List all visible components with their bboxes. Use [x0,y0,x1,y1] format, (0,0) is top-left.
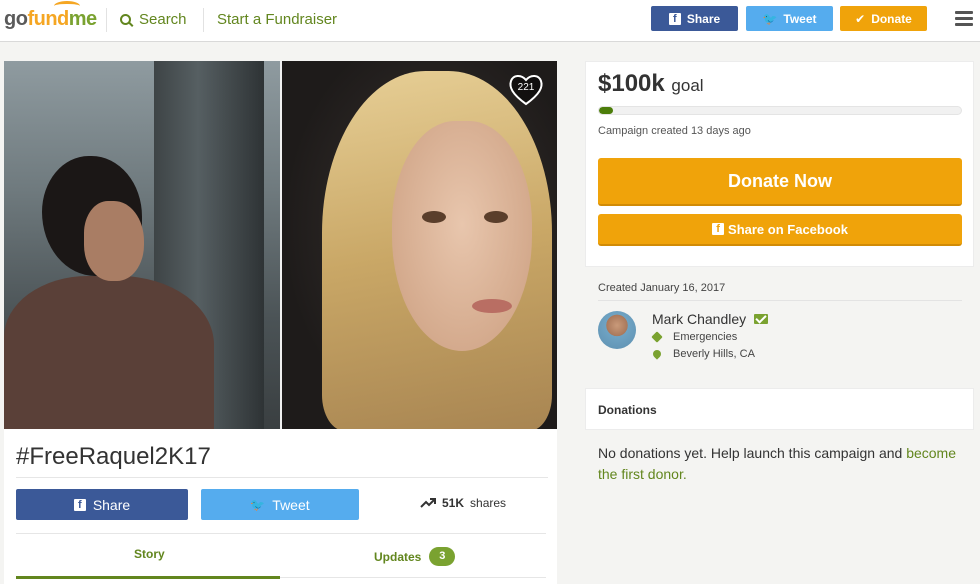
no-donations-message: No donations yet. Help launch this campa… [598,443,968,485]
header-share-label: Share [686,11,721,26]
photo-right-half [282,61,557,429]
share-label: Share [92,496,131,513]
category-row: Emergencies [651,331,737,343]
search-link[interactable]: Search [120,11,187,28]
tab-updates[interactable]: Updates 3 [374,547,456,566]
trending-up-icon [420,498,436,508]
created-date: Created January 16, 2017 [598,282,726,294]
location-label: Beverly Hills, CA [673,348,755,360]
search-icon [120,14,131,25]
header-donate-label: Donate [871,11,912,26]
shares-number: 51K [442,496,465,510]
campaign-card: 221 #FreeRaquel2K17 f Share 🐦 Tweet 51K … [4,61,557,584]
campaign-photo: 221 [4,61,557,429]
tweet-label: Tweet [272,496,310,513]
twitter-icon: 🐦 [762,11,778,26]
tweet-button[interactable]: 🐦 Tweet [201,489,359,520]
top-nav: gofundme Search Start a Fundraiser f Sha… [0,0,980,42]
goal-amount: $100k goal [598,70,704,98]
header-share-button[interactable]: f Share [651,6,738,31]
tab-story[interactable]: Story [134,547,165,561]
donate-now-button[interactable]: Donate Now [598,158,962,206]
updates-count-badge: 3 [429,547,456,566]
organizer-name[interactable]: Mark Chandley [652,311,746,327]
goal-card: $100k goal Campaign created 13 days ago … [585,61,974,267]
organizer-avatar[interactable] [598,311,636,349]
active-tab-indicator [16,576,280,579]
share-button[interactable]: f Share [16,489,188,520]
facebook-icon: f [668,12,681,25]
logo-fund: fund [27,8,69,30]
donations-card: Donations [585,388,974,430]
search-label: Search [139,11,187,28]
header-tweet-label: Tweet [783,11,817,26]
goal-word: goal [671,76,704,95]
share-on-facebook-button[interactable]: f Share on Facebook [598,214,962,246]
twitter-icon: 🐦 [250,497,266,512]
tag-icon [651,331,663,343]
facebook-icon: f [73,498,86,511]
logo-go: go [4,8,28,30]
facebook-icon: f [712,223,725,235]
goal-value: $100k [598,70,665,97]
goal-progress-bar [598,106,962,115]
donations-title: Donations [598,403,657,417]
campaign-title: #FreeRaquel2K17 [16,443,211,470]
location-pin-icon [651,348,663,360]
header-tweet-button[interactable]: 🐦 Tweet [746,6,833,31]
photo-left-half [4,61,280,429]
logo-me: me [68,8,97,30]
logo-smile-icon [54,1,80,11]
campaign-created-ago: Campaign created 13 days ago [598,125,751,137]
heart-button[interactable]: 221 [508,73,544,107]
location-row: Beverly Hills, CA [651,348,755,360]
header-donate-button[interactable]: ✔ Donate [840,6,927,31]
nav-divider [203,8,204,32]
category-label[interactable]: Emergencies [673,331,737,343]
check-icon: ✔ [855,11,866,26]
no-donations-text: No donations yet. Help launch this campa… [598,445,907,461]
start-fundraiser-link[interactable]: Start a Fundraiser [217,11,337,28]
heart-count: 221 [517,82,535,93]
hamburger-menu-icon[interactable] [955,11,973,29]
shares-suffix: shares [470,496,507,510]
organizer-name-row: Mark Chandley [652,311,769,327]
goal-progress-fill [599,107,614,114]
gofundme-logo[interactable]: gofundme [4,1,97,31]
nav-divider [106,8,107,32]
tab-updates-label: Updates [374,549,422,564]
share-on-facebook-label: Share on Facebook [728,221,848,237]
shares-count: 51K shares [420,496,506,510]
envelope-icon[interactable] [754,314,769,324]
